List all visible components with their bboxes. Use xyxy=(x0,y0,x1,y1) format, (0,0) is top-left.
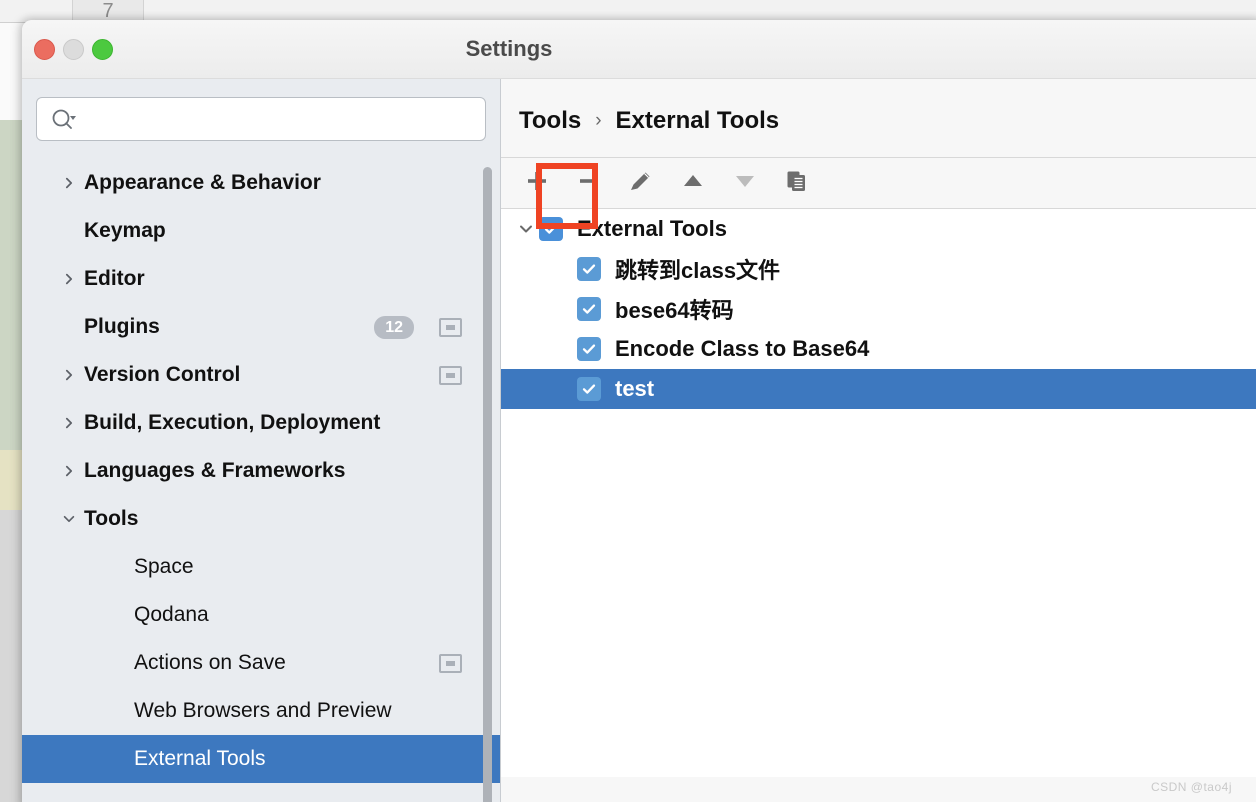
settings-nav-list[interactable]: Appearance & Behavior Keymap Editor Plugins… xyxy=(22,159,500,802)
sidebar-item-label: External Tools xyxy=(134,747,266,770)
copy-button[interactable] xyxy=(771,160,823,206)
dialog-body: Appearance & Behavior Keymap Editor Plugins… xyxy=(22,79,1256,802)
copy-icon xyxy=(783,167,811,200)
sidebar-item-external-tools[interactable]: External Tools xyxy=(22,735,500,783)
tree-row[interactable]: Encode Class to Base64 xyxy=(501,329,1256,369)
breadcrumb-current: External Tools xyxy=(615,107,780,134)
chevron-right-icon[interactable] xyxy=(62,464,76,478)
sidebar-item-label: Keymap xyxy=(84,219,166,242)
sidebar-item-appearance-behavior[interactable]: Appearance & Behavior xyxy=(22,159,500,207)
plugins-count-badge: 12 xyxy=(374,315,414,339)
minus-icon xyxy=(575,167,603,200)
sidebar-item-label: Build, Execution, Deployment xyxy=(84,411,381,434)
tree-item-checkbox[interactable] xyxy=(577,377,601,401)
sidebar-item-label: Space xyxy=(134,555,194,578)
plus-icon xyxy=(523,167,551,200)
tree-item-label: Encode Class to Base64 xyxy=(615,336,870,361)
chevron-down-icon[interactable] xyxy=(513,220,539,238)
watermark: CSDN @tao4j xyxy=(1150,780,1232,794)
external-tools-tree[interactable]: External Tools 跳转到class文件 bese64转码 Encode C… xyxy=(501,209,1256,777)
tree-row[interactable]: test xyxy=(501,369,1256,409)
background-editor-gutter xyxy=(0,510,22,802)
sidebar-item-space[interactable]: Space xyxy=(22,543,500,591)
sidebar-item-editor[interactable]: Editor xyxy=(22,255,500,303)
tree-item-label: 跳转到class文件 xyxy=(615,258,781,283)
tree-item-checkbox[interactable] xyxy=(577,257,601,281)
add-button[interactable] xyxy=(511,160,563,206)
sidebar-item-label: Languages & Frameworks xyxy=(84,459,346,482)
sidebar-item-keymap[interactable]: Keymap xyxy=(22,207,500,255)
search-box[interactable] xyxy=(36,97,486,141)
triangle-up-icon xyxy=(679,167,707,200)
move-down-button[interactable] xyxy=(719,160,771,206)
remove-button[interactable] xyxy=(563,160,615,206)
title-bar: Settings xyxy=(22,20,1256,79)
sidebar-item-label: Version Control xyxy=(84,363,241,386)
settings-sidebar: Appearance & Behavior Keymap Editor Plugins… xyxy=(22,79,501,802)
window-title: Settings xyxy=(465,36,553,61)
project-scope-icon xyxy=(439,653,462,673)
pencil-icon xyxy=(627,167,655,200)
breadcrumb-separator-icon: › xyxy=(595,110,602,131)
screen: 7 Settings Appearance & Behavior Keymap … xyxy=(0,0,1256,802)
tree-row[interactable]: External Tools xyxy=(501,209,1256,249)
breadcrumb-parent[interactable]: Tools xyxy=(519,107,581,135)
tree-row[interactable]: bese64转码 xyxy=(501,289,1256,329)
sidebar-item-web-browsers-and-preview[interactable]: Web Browsers and Preview xyxy=(22,687,500,735)
tree-item-label: External Tools xyxy=(577,216,727,241)
chevron-down-icon[interactable] xyxy=(62,512,76,526)
search-icon xyxy=(51,108,77,130)
sidebar-item-label: Qodana xyxy=(134,603,209,626)
background-editor-tab: 7 xyxy=(72,0,144,22)
background-highlight-stripe-yellow xyxy=(0,450,22,510)
sidebar-item-label: Plugins xyxy=(84,315,160,338)
chevron-right-icon[interactable] xyxy=(62,416,76,430)
chevron-right-icon[interactable] xyxy=(62,368,76,382)
settings-pane: Tools › External Tools External Tools 跳转到… xyxy=(501,79,1256,802)
chevron-right-icon[interactable] xyxy=(62,272,76,286)
sidebar-item-label: Editor xyxy=(84,267,145,290)
sidebar-item-actions-on-save[interactable]: Actions on Save xyxy=(22,639,500,687)
external-tools-toolbar[interactable] xyxy=(501,157,1256,209)
breadcrumb: Tools › External Tools xyxy=(501,79,1256,135)
search-input[interactable] xyxy=(87,108,485,130)
tree-item-label: test xyxy=(615,376,655,401)
sidebar-item-languages-frameworks[interactable]: Languages & Frameworks xyxy=(22,447,500,495)
sidebar-item-tools[interactable]: Tools xyxy=(22,495,500,543)
sidebar-item-qodana[interactable]: Qodana xyxy=(22,591,500,639)
tree-item-checkbox[interactable] xyxy=(539,217,563,241)
sidebar-item-plugins[interactable]: Plugins 12 xyxy=(22,303,500,351)
sidebar-item-label: Appearance & Behavior xyxy=(84,171,321,194)
tree-item-checkbox[interactable] xyxy=(577,297,601,321)
project-scope-icon xyxy=(439,317,462,337)
sidebar-item-label: Actions on Save xyxy=(134,651,286,674)
tree-row[interactable]: 跳转到class文件 xyxy=(501,249,1256,289)
sidebar-scrollbar[interactable] xyxy=(483,167,492,802)
move-up-button[interactable] xyxy=(667,160,719,206)
sidebar-item-label: Web Browsers and Preview xyxy=(134,699,392,722)
settings-dialog: Settings Appearance & Behavior Keymap Ed… xyxy=(22,20,1256,802)
triangle-down-icon xyxy=(731,167,759,200)
project-scope-icon xyxy=(439,365,462,385)
tree-item-label: bese64转码 xyxy=(615,298,734,323)
sidebar-item-label: Tools xyxy=(84,507,139,530)
search-container xyxy=(22,79,500,151)
chevron-right-icon[interactable] xyxy=(62,176,76,190)
sidebar-item-build-execution-deployment[interactable]: Build, Execution, Deployment xyxy=(22,399,500,447)
sidebar-item-version-control[interactable]: Version Control xyxy=(22,351,500,399)
background-highlight-stripe-green xyxy=(0,120,22,450)
tree-item-checkbox[interactable] xyxy=(577,337,601,361)
edit-button[interactable] xyxy=(615,160,667,206)
